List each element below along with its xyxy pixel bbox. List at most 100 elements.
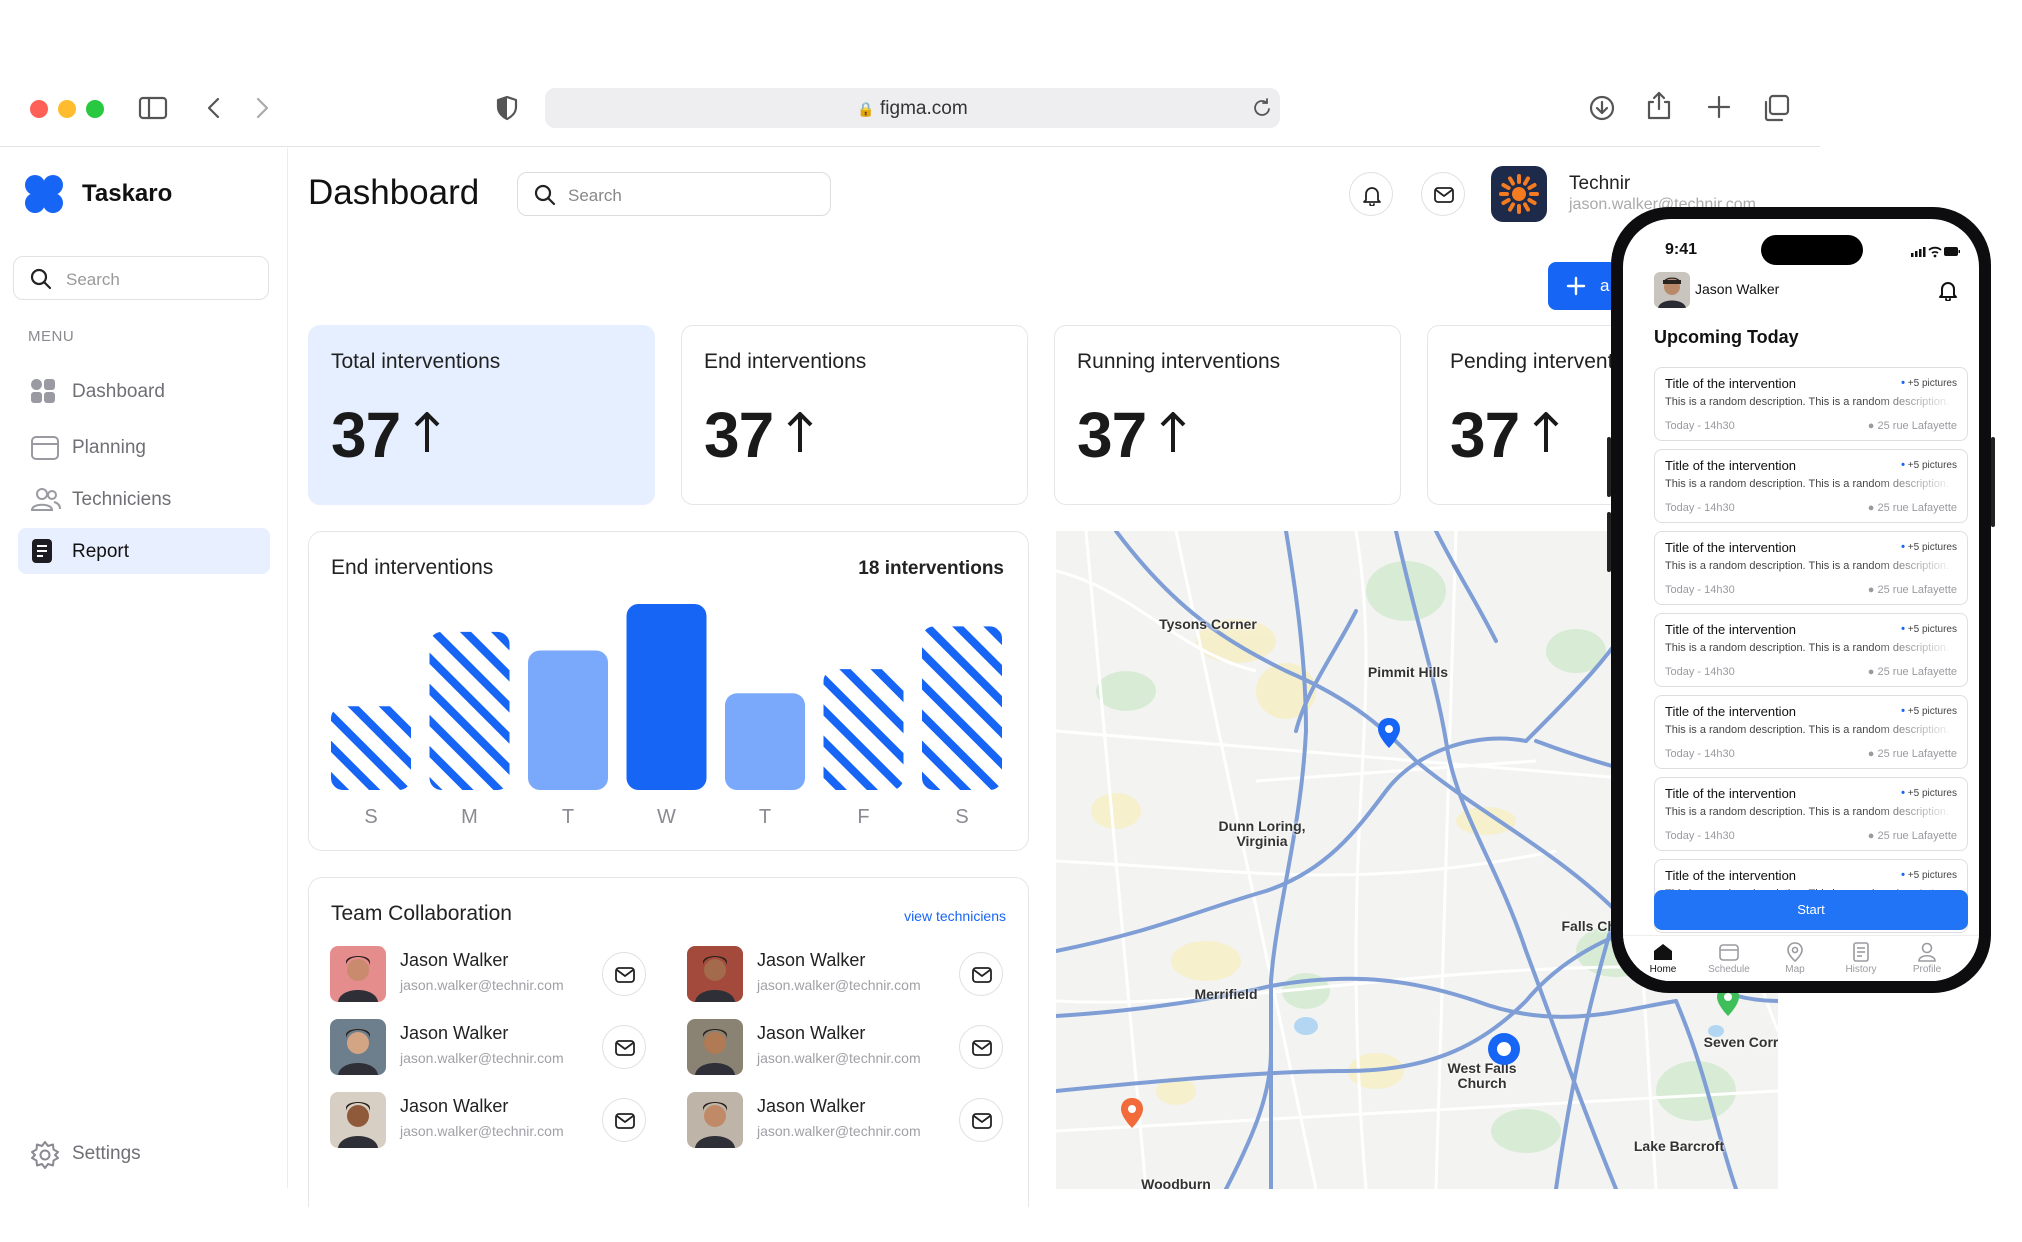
intervention-address: ● 25 rue Lafayette: [1868, 502, 1957, 514]
new-tab-icon[interactable]: [1706, 94, 1732, 120]
sidebar-item-label: Dashboard: [72, 381, 165, 402]
messages-button[interactable]: [1421, 172, 1465, 216]
chart-bar[interactable]: [823, 669, 904, 790]
shield-icon[interactable]: [496, 95, 518, 121]
settings-link[interactable]: Settings: [30, 1138, 230, 1170]
team-member[interactable]: Jason Walker jason.walker@technir.com: [330, 946, 670, 1004]
location-pin-icon: [1787, 942, 1803, 962]
forward-icon[interactable]: [252, 96, 272, 120]
chart-bar[interactable]: [429, 631, 510, 790]
team-member[interactable]: Jason Walker jason.walker@technir.com: [330, 1019, 670, 1077]
download-icon[interactable]: [1588, 94, 1616, 122]
pictures-count: +5 pictures: [1907, 788, 1957, 799]
status-bar-icons: [1911, 246, 1960, 258]
send-mail-button[interactable]: [959, 1098, 1003, 1142]
team-member[interactable]: Jason Walker jason.walker@technir.com: [687, 1019, 1027, 1077]
browser-toolbar: 🔒 figma.com: [0, 60, 1820, 147]
intervention-description: This is a random description. This is a …: [1665, 560, 1950, 572]
tab-profile[interactable]: Profile: [1897, 942, 1957, 981]
sidebar-item-planning[interactable]: Planning: [18, 424, 270, 470]
stat-card-end[interactable]: End interventions 37: [681, 325, 1028, 505]
sidebar-toggle-icon[interactable]: [138, 96, 168, 120]
member-name: Jason Walker: [400, 1023, 509, 1043]
pictures-count: +5 pictures: [1907, 624, 1957, 635]
view-techniciens-link[interactable]: view techniciens: [904, 908, 1006, 924]
gear-icon: [31, 1141, 59, 1169]
stat-card-total[interactable]: Total interventions 37: [308, 325, 655, 505]
user-icon: [1918, 942, 1936, 962]
current-location-icon[interactable]: [1486, 1031, 1522, 1067]
intervention-card[interactable]: Title of the intervention • +5 pictures Th…: [1654, 695, 1968, 769]
tab-map[interactable]: Map: [1765, 942, 1825, 981]
member-name: Jason Walker: [757, 1023, 866, 1043]
intervention-card[interactable]: Title of the intervention • +5 pictures Th…: [1654, 777, 1968, 851]
tab-label: Home: [1649, 964, 1677, 975]
chart-tick-label: T: [562, 806, 574, 828]
member-email: jason.walker@technir.com: [400, 977, 564, 993]
share-icon[interactable]: [1646, 91, 1672, 121]
sidebar-item-dashboard[interactable]: Dashboard: [18, 368, 270, 414]
chart-bar[interactable]: [528, 650, 608, 791]
send-mail-button[interactable]: [959, 1025, 1003, 1069]
address-text: 25 rue Lafayette: [1877, 420, 1957, 432]
sidebar-item-techniciens[interactable]: Techniciens: [18, 476, 270, 522]
address-bar[interactable]: 🔒 figma.com: [545, 88, 1280, 128]
intervention-time: Today - 14h30: [1665, 502, 1735, 514]
pictures-badge: • +5 pictures: [1901, 459, 1957, 471]
stat-value: 37: [331, 399, 401, 471]
pictures-count: +5 pictures: [1907, 460, 1957, 471]
team-member[interactable]: Jason Walker jason.walker@technir.com: [687, 1092, 1027, 1150]
chart-bar[interactable]: [922, 626, 1002, 790]
member-name: Jason Walker: [400, 950, 509, 970]
reload-icon[interactable]: [1252, 98, 1272, 118]
minimize-window-button[interactable]: [58, 100, 76, 118]
back-icon[interactable]: [204, 96, 224, 120]
intervention-description: This is a random description. This is a …: [1665, 478, 1950, 490]
team-title: Team Collaboration: [331, 902, 512, 925]
stat-card-running[interactable]: Running interventions 37: [1054, 325, 1401, 505]
history-icon: [1853, 942, 1869, 962]
chart-bar[interactable]: [725, 693, 805, 790]
intervention-card[interactable]: Title of the intervention • +5 pictures Th…: [1654, 531, 1968, 605]
sidebar-item-label: Report: [72, 541, 130, 562]
send-mail-button[interactable]: [602, 1098, 646, 1142]
chart-bar[interactable]: [626, 604, 707, 790]
send-mail-button[interactable]: [602, 1025, 646, 1069]
map-label: Dunn Loring, Virginia: [1218, 818, 1306, 849]
chart-bar[interactable]: [331, 706, 411, 790]
sidebar-item-report[interactable]: Report: [18, 528, 270, 574]
team-member[interactable]: Jason Walker jason.walker@technir.com: [687, 946, 1027, 1004]
pictures-badge: • +5 pictures: [1901, 377, 1957, 389]
map-label: Tysons Corner: [1159, 616, 1257, 632]
send-mail-button[interactable]: [959, 952, 1003, 996]
intervention-time: Today - 14h30: [1665, 420, 1735, 432]
calendar-icon: [31, 436, 59, 460]
tabs-overview-icon[interactable]: [1762, 94, 1790, 122]
map-pin-icon[interactable]: [1120, 1097, 1144, 1129]
tab-schedule[interactable]: Schedule: [1699, 942, 1759, 981]
company-avatar[interactable]: [1491, 166, 1547, 222]
address-text: 25 rue Lafayette: [1877, 748, 1957, 760]
intervention-card[interactable]: Title of the intervention • +5 pictures Th…: [1654, 367, 1968, 441]
start-button[interactable]: Start: [1654, 890, 1968, 930]
close-window-button[interactable]: [30, 100, 48, 118]
bell-icon[interactable]: [1937, 279, 1959, 301]
sidebar-search-input[interactable]: Search: [13, 256, 269, 300]
header-search-input[interactable]: Search: [517, 172, 831, 216]
intervention-time: Today - 14h30: [1665, 584, 1735, 596]
pictures-badge: • +5 pictures: [1901, 623, 1957, 635]
send-mail-button[interactable]: [602, 952, 646, 996]
intervention-title: Title of the intervention: [1665, 704, 1797, 719]
intervention-card[interactable]: Title of the intervention • +5 pictures Th…: [1654, 449, 1968, 523]
map-pin-icon[interactable]: [1377, 717, 1401, 749]
intervention-card[interactable]: Title of the intervention • +5 pictures Th…: [1654, 613, 1968, 687]
user-avatar[interactable]: [1654, 272, 1690, 308]
tab-home[interactable]: Home: [1633, 942, 1693, 981]
notifications-button[interactable]: [1349, 172, 1393, 216]
maximize-window-button[interactable]: [86, 100, 104, 118]
menu-caption: MENU: [28, 328, 75, 345]
team-member[interactable]: Jason Walker jason.walker@technir.com: [330, 1092, 670, 1150]
tab-history[interactable]: History: [1831, 942, 1891, 981]
bell-icon: [1363, 187, 1381, 206]
intervention-time: Today - 14h30: [1665, 666, 1735, 678]
